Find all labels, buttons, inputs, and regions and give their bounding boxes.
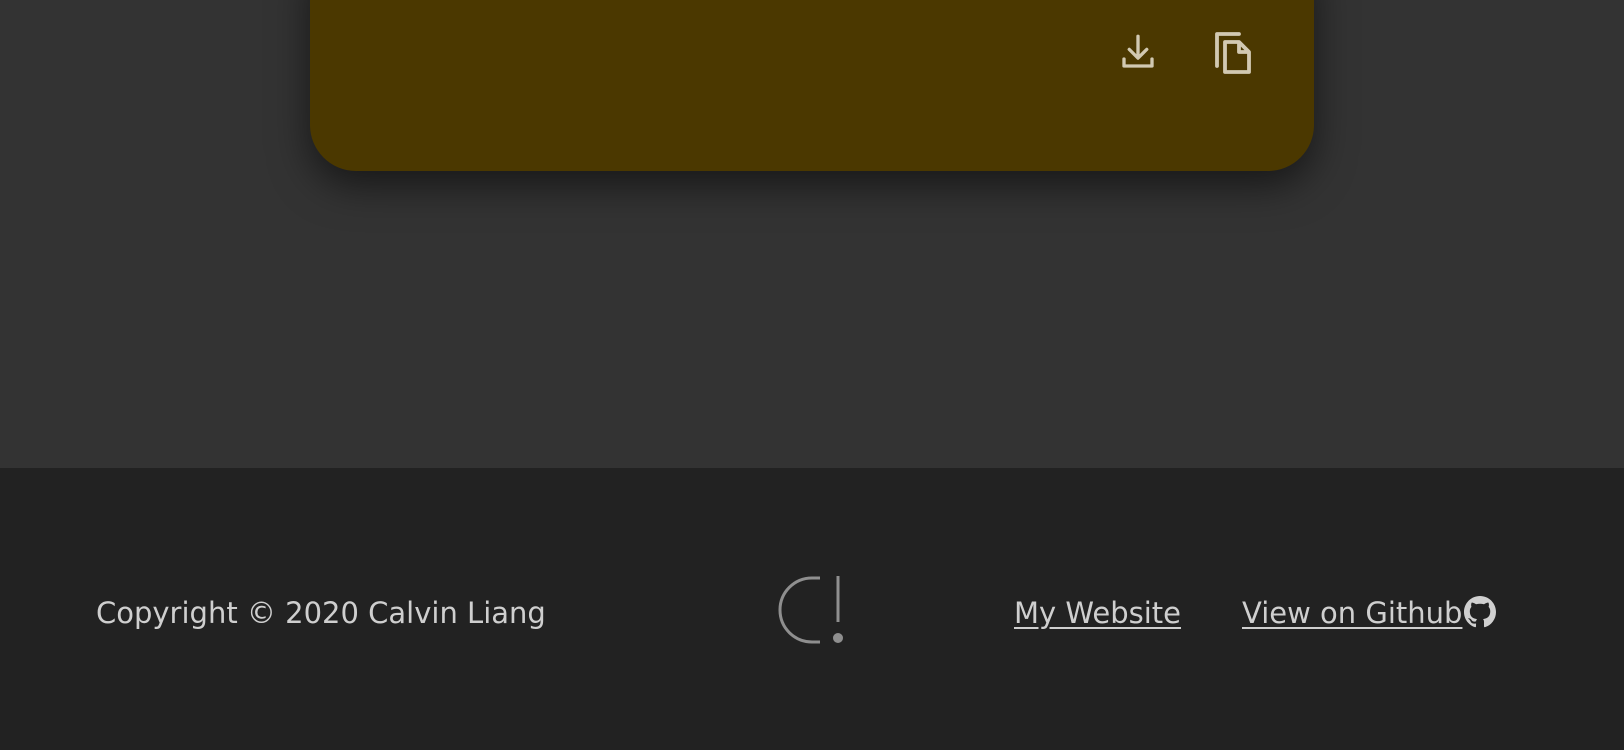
view-on-github-link[interactable]: View on Github (1242, 595, 1462, 631)
footer: Copyright © 2020 Calvin Liang My Website… (0, 468, 1624, 750)
main-area (0, 0, 1624, 468)
download-icon (1122, 34, 1154, 68)
download-button[interactable] (1114, 28, 1162, 76)
copy-icon (1215, 32, 1251, 74)
my-website-link[interactable]: My Website (1014, 595, 1181, 631)
github-icon[interactable] (1464, 596, 1496, 628)
color-card (310, 0, 1314, 171)
copy-button[interactable] (1209, 28, 1257, 76)
copyright-text: Copyright © 2020 Calvin Liang (96, 596, 546, 630)
ci-logo-icon (778, 576, 843, 644)
